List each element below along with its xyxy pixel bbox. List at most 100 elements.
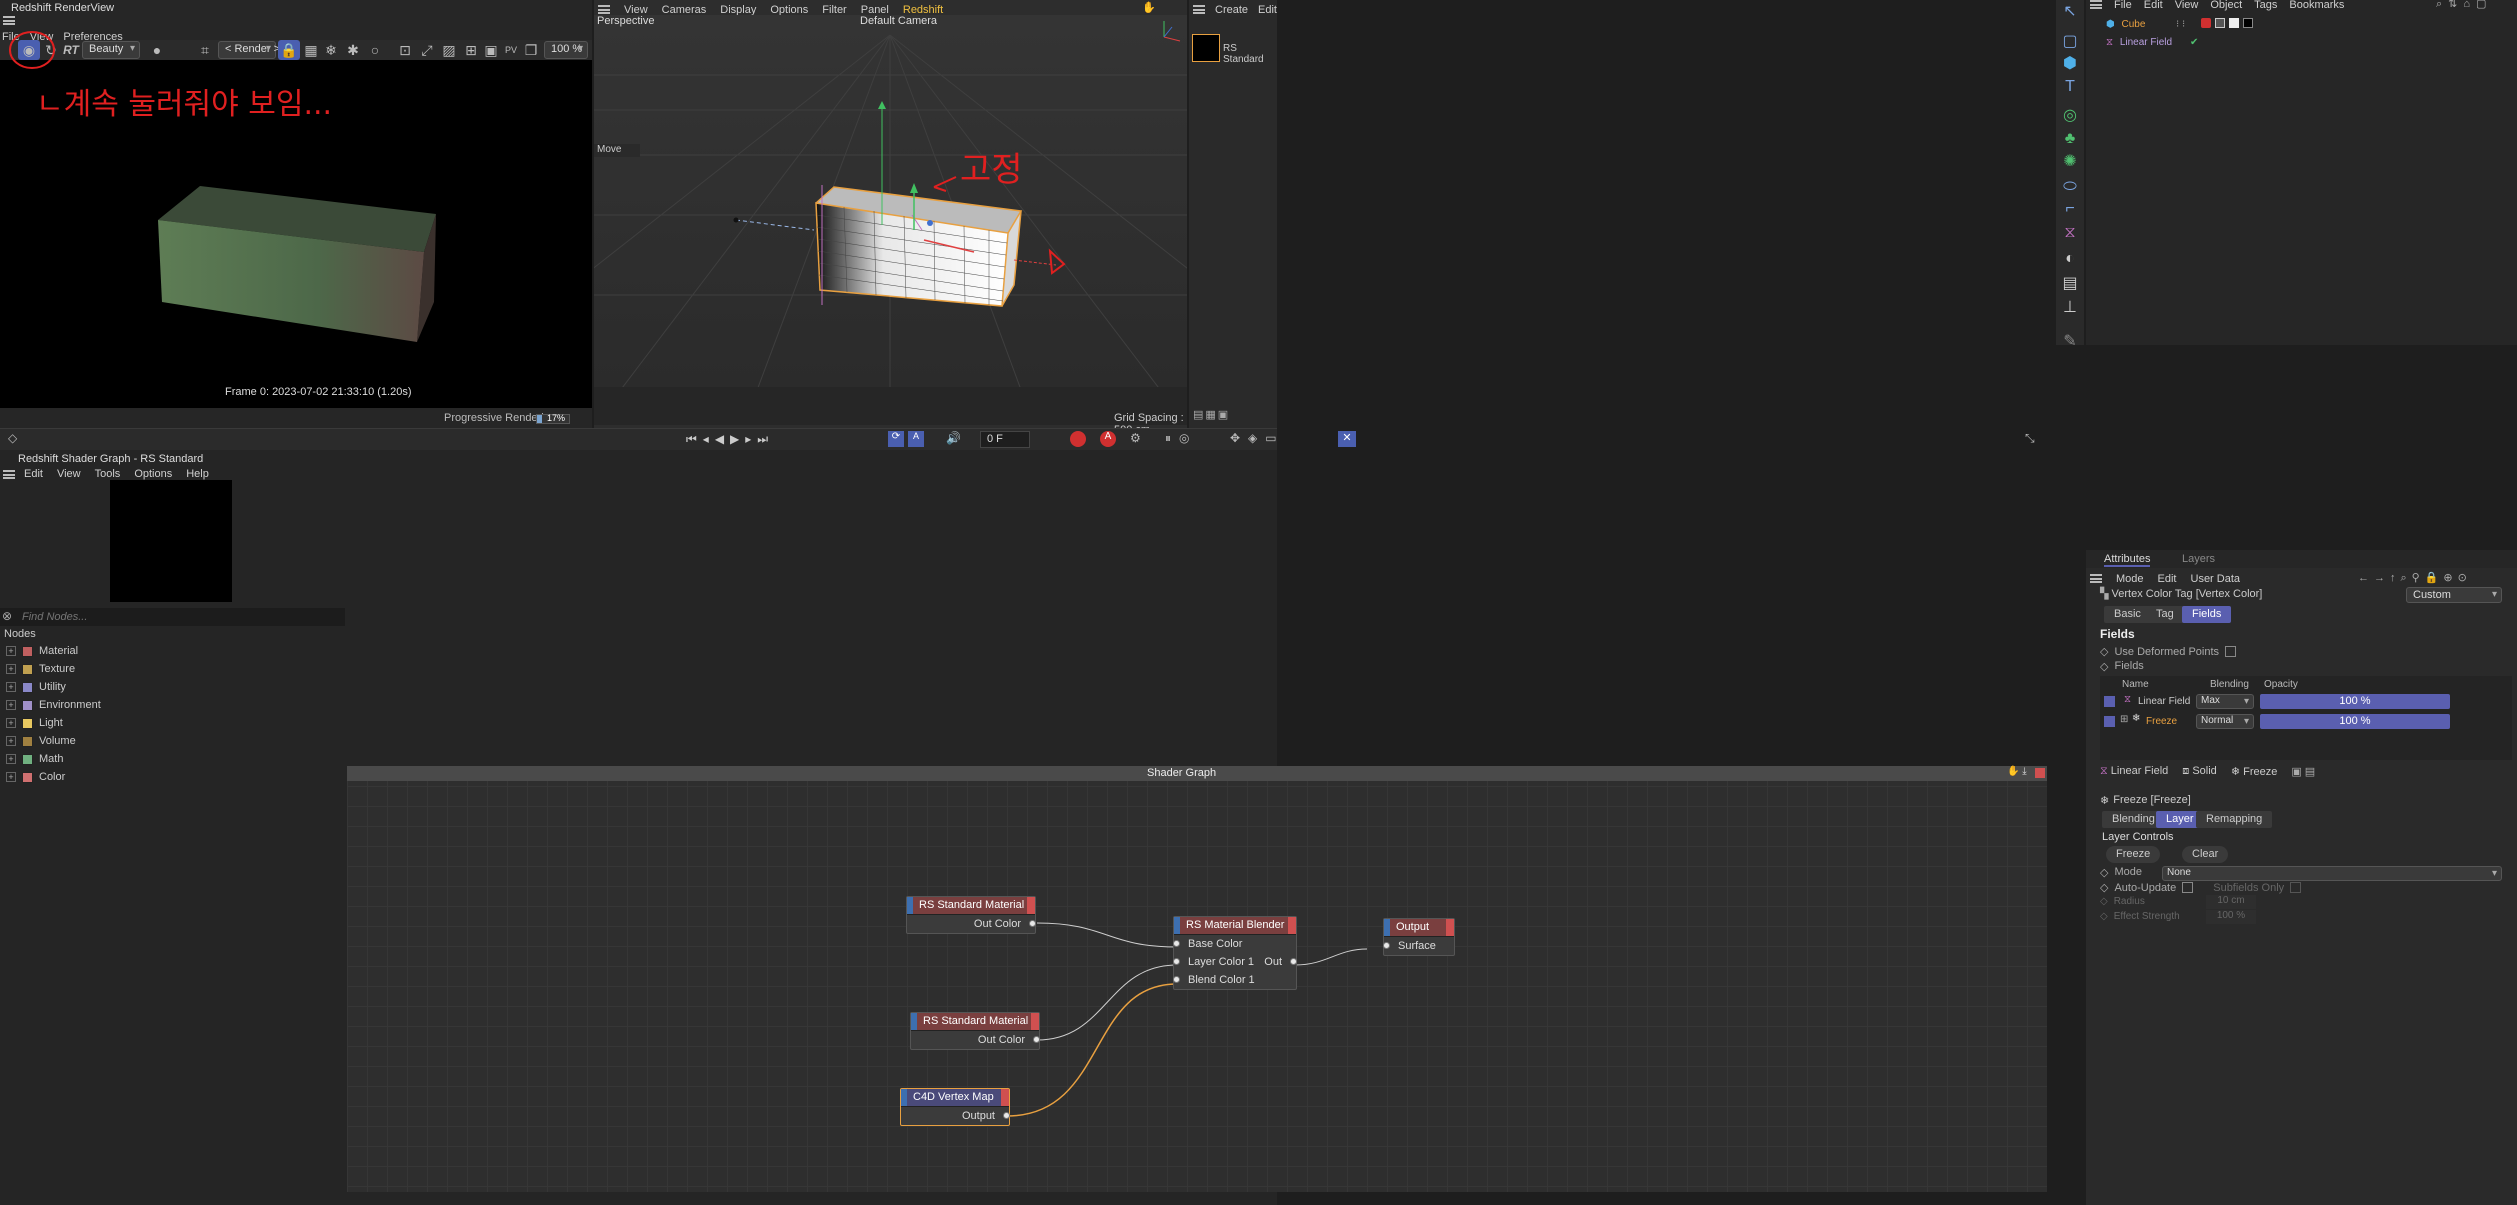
node-port-out-color[interactable]: Out Color <box>907 915 1036 933</box>
node-output[interactable]: Output Surface <box>1383 918 1455 956</box>
obj-menu-file[interactable]: File <box>2114 0 2132 11</box>
redshift-tag-icon[interactable] <box>2215 18 2225 28</box>
use-deformed-checkbox[interactable] <box>2225 646 2237 657</box>
obj-menu-view[interactable]: View <box>2175 0 2199 11</box>
material-view-buttons[interactable]: ▤▦▣ <box>1193 408 1230 421</box>
node-category-math[interactable]: + Math <box>0 750 345 768</box>
material-name[interactable]: RS Standard <box>1223 43 1277 65</box>
field-opacity-slider[interactable]: 100 % <box>2260 714 2450 729</box>
mat-menu-create[interactable]: Create <box>1215 4 1248 16</box>
auto-update-checkbox[interactable] <box>2182 882 2194 893</box>
expand-icon[interactable]: + <box>6 646 16 656</box>
material-menu-icon[interactable] <box>1193 5 1205 14</box>
key-type-icons[interactable]: ⏸◎ <box>1165 431 1197 446</box>
deformer-icon[interactable]: ⬭ <box>2059 176 2081 198</box>
vp-menu-redshift[interactable]: Redshift <box>903 4 943 16</box>
subtab-basic[interactable]: Basic <box>2104 606 2151 623</box>
expand-icon[interactable]: + <box>6 700 16 710</box>
light-icon[interactable]: ◐ <box>2059 248 2081 270</box>
output-pin[interactable] <box>1290 958 1297 965</box>
autokey-record-icon[interactable]: A <box>1100 431 1116 447</box>
field-row-linear[interactable]: ⧖ Linear Field Max 100 % <box>2104 694 2508 710</box>
vertex-color-tag-icon[interactable] <box>2201 18 2211 28</box>
find-nodes-input[interactable] <box>22 609 322 624</box>
node-category-utility[interactable]: + Utility <box>0 678 345 696</box>
key-settings-icon[interactable]: ⚙ <box>1130 431 1141 445</box>
motion-icons[interactable]: ✥◈▭ <box>1230 431 1285 445</box>
autokey-icon[interactable]: A <box>908 431 924 447</box>
graph-editor-icon[interactable]: ⤡ <box>2025 431 2035 446</box>
node-category-texture[interactable]: + Texture <box>0 660 345 678</box>
add-linear-field-button[interactable]: ⧖ Linear Field <box>2100 765 2168 778</box>
keyframe-icon[interactable]: ◇ <box>8 431 17 445</box>
object-row[interactable]: ⧖ Linear Field ✔ <box>2106 37 2506 51</box>
expand-icon[interactable]: + <box>6 664 16 674</box>
output-pin[interactable] <box>1033 1036 1040 1043</box>
field-enable-checkbox[interactable] <box>2104 716 2115 727</box>
sg-menu-options[interactable]: Options <box>134 468 172 480</box>
object-search-icons[interactable]: ⌕⇅⌂▢ <box>2436 0 2492 11</box>
vp-menu-options[interactable]: Options <box>770 4 808 16</box>
add-solid-button[interactable]: ⧈ Solid <box>2182 765 2217 778</box>
mode-select[interactable]: None <box>2162 866 2502 881</box>
material-tag-icon[interactable] <box>2243 18 2253 28</box>
clear-search-icon[interactable]: ⊗ <box>2 609 12 623</box>
render-view-menu-icon[interactable] <box>3 16 15 25</box>
cube-icon[interactable]: ⬢ <box>2059 52 2081 74</box>
object-menu-icon[interactable] <box>2090 0 2102 9</box>
material-thumbnail[interactable] <box>1192 34 1220 62</box>
subtab-tag[interactable]: Tag <box>2146 606 2184 623</box>
sg-menu-edit[interactable]: Edit <box>24 468 43 480</box>
viewport-menu-icon[interactable] <box>598 5 610 14</box>
node-rs-material-blender[interactable]: RS Material Blender Base Color Layer Col… <box>1173 916 1297 990</box>
cloner-icon[interactable]: ♣ <box>2059 128 2081 150</box>
loop-icon[interactable]: ⟳ <box>888 431 904 447</box>
node-port-output[interactable]: Output <box>901 1107 1010 1125</box>
node-category-environment[interactable]: + Environment <box>0 696 345 714</box>
linear-field-check-icon[interactable]: ✔ <box>2190 37 2198 48</box>
rect-select-icon[interactable]: ▢ <box>2059 30 2081 52</box>
effector-icon[interactable]: ✺ <box>2059 150 2081 172</box>
transport-controls[interactable]: ⏮◂◀▶▸⏭ <box>686 432 774 447</box>
node-port-base-color[interactable]: Base Color <box>1173 935 1296 953</box>
expand-icon[interactable]: ⊞ <box>2120 714 2128 725</box>
keyframe-diamond-icon[interactable]: ◇ <box>2100 881 2108 894</box>
obj-menu-tags[interactable]: Tags <box>2254 0 2277 11</box>
node-port-blend-color-1[interactable]: Blend Color 1 <box>1173 971 1296 989</box>
attr-menu-mode[interactable]: Mode <box>2116 573 2144 585</box>
add-freeze-button[interactable]: ❄ Freeze <box>2231 765 2278 778</box>
sg-menu-tools[interactable]: Tools <box>95 468 121 480</box>
shader-canvas[interactable]: Shader Graph ✋ ⤓ RS Standard Material Ou… <box>347 766 2047 1192</box>
field-icon[interactable]: ⧖ <box>2059 222 2081 244</box>
node-category-light[interactable]: + Light <box>0 714 345 732</box>
floor-icon[interactable]: ⊥ <box>2059 296 2081 318</box>
sg-menu-view[interactable]: View <box>57 468 81 480</box>
obj-menu-bookmarks[interactable]: Bookmarks <box>2289 0 2344 11</box>
dope-sheet-icon[interactable]: ✕ <box>1338 431 1356 447</box>
layer-options-icons[interactable]: ▣ ▤ <box>2291 765 2315 778</box>
expand-icon[interactable]: + <box>6 736 16 746</box>
subfields-only-checkbox[interactable] <box>2290 882 2302 893</box>
node-rs-standard-material-2[interactable]: RS Standard Material Out Color <box>910 1012 1040 1050</box>
field-blend-select[interactable]: Normal <box>2196 714 2254 729</box>
tab-attributes[interactable]: Attributes <box>2104 553 2151 567</box>
vp-menu-panel[interactable]: Panel <box>861 4 889 16</box>
input-pin[interactable] <box>1173 976 1180 983</box>
object-row[interactable]: ⬢ Cube ⁝ ⁝ <box>2106 18 2506 33</box>
keyframe-diamond-icon[interactable]: ◇ <box>2100 645 2108 658</box>
node-port-layer-color-1[interactable]: Layer Color 1 Out <box>1173 953 1297 971</box>
node-category-volume[interactable]: + Volume <box>0 732 345 750</box>
attr-menu-edit[interactable]: Edit <box>2158 573 2177 585</box>
expand-icon[interactable]: + <box>6 718 16 728</box>
expand-icon[interactable]: + <box>6 682 16 692</box>
field-blend-select[interactable]: Max <box>2196 694 2254 709</box>
keyframe-diamond-icon[interactable]: ◇ <box>2100 866 2108 879</box>
obj-menu-edit[interactable]: Edit <box>2144 0 2163 11</box>
node-port-surface[interactable]: Surface <box>1383 937 1454 955</box>
vp-menu-view[interactable]: View <box>624 4 648 16</box>
vp-menu-cameras[interactable]: Cameras <box>662 4 707 16</box>
record-icon[interactable] <box>1070 431 1086 447</box>
sg-menu-help[interactable]: Help <box>186 468 209 480</box>
output-pin[interactable] <box>1003 1112 1010 1119</box>
attr-preset-select[interactable]: Custom <box>2406 587 2502 603</box>
